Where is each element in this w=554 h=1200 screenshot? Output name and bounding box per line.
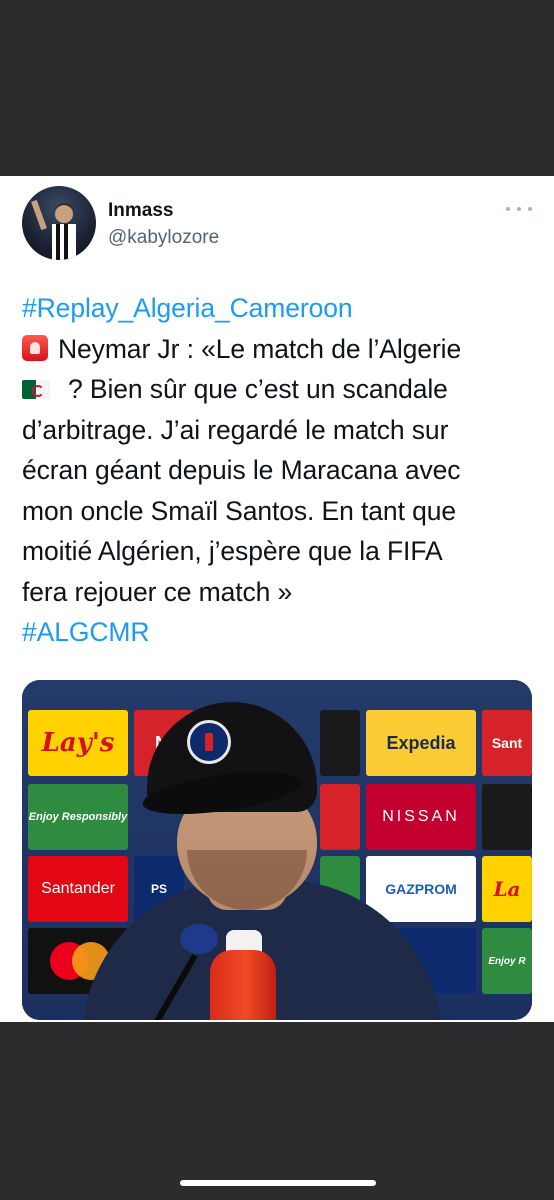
drink-bottle (210, 950, 276, 1020)
sponsor-panel (482, 784, 532, 850)
flag-algeria-emoji (22, 380, 50, 399)
hashtag-replay-algeria-cameroon[interactable]: #Replay_Algeria_Cameroon (22, 293, 353, 323)
tweet-line-4: écran géant depuis le Maracana avec (22, 455, 461, 485)
hashtag-algcmr[interactable]: #ALGCMR (22, 617, 150, 647)
rotating-light-emoji (22, 334, 48, 361)
tweet-body: #Replay_Algeria_Cameroon Neymar Jr : «Le… (22, 288, 537, 653)
sponsor-lays: Lay's (28, 710, 128, 776)
sponsor-panel (320, 710, 360, 776)
home-indicator[interactable] (180, 1180, 376, 1186)
sponsor-expedia: Expedia (366, 710, 476, 776)
author-handle[interactable]: @kabylozore (108, 227, 219, 249)
bottom-dark-bar (0, 1022, 554, 1200)
sponsor-nissan: NISSAN (366, 784, 476, 850)
sponsor-panel (320, 784, 360, 850)
sponsor-santander-partial: Sant (482, 710, 532, 776)
sponsor-heineken: Enjoy Responsibly (28, 784, 128, 850)
ellipsis-icon[interactable] (506, 204, 532, 214)
sponsor-gazprom: GAZPROM (366, 856, 476, 922)
tweet-card[interactable]: Inmass @kabylozore #Replay_Algeria_Camer… (0, 176, 554, 1022)
profile-photo-icon[interactable] (22, 186, 96, 260)
tweet-line-7: fera rejouer ce match » (22, 576, 293, 607)
sponsor-heineken-partial: Enjoy R (482, 928, 532, 994)
tweet-line-5: mon oncle Smaïl Santos. En tant que (22, 495, 457, 526)
tweet-media-photo[interactable]: Lay's NI Expedia Sant Enjoy Responsibly … (22, 680, 532, 1020)
tweet-line-6: moitié Algérien, j’espère que la FIFA (22, 536, 443, 566)
tweet-line-1: Neymar Jr : «Le match de l’Algerie (58, 333, 462, 364)
microphone-icon (180, 924, 218, 954)
sponsor-lays-partial: La (482, 856, 532, 922)
author-display-name[interactable]: Inmass (108, 200, 173, 222)
tweet-line-3: d’arbitrage. J’ai regardé le match sur (22, 414, 449, 445)
tweet-line-2: ? Bien sûr que c’est un scandale (68, 374, 448, 404)
psg-logo-icon (187, 720, 231, 764)
sponsor-santander: Santander (28, 856, 128, 922)
top-dark-bar (0, 0, 554, 176)
